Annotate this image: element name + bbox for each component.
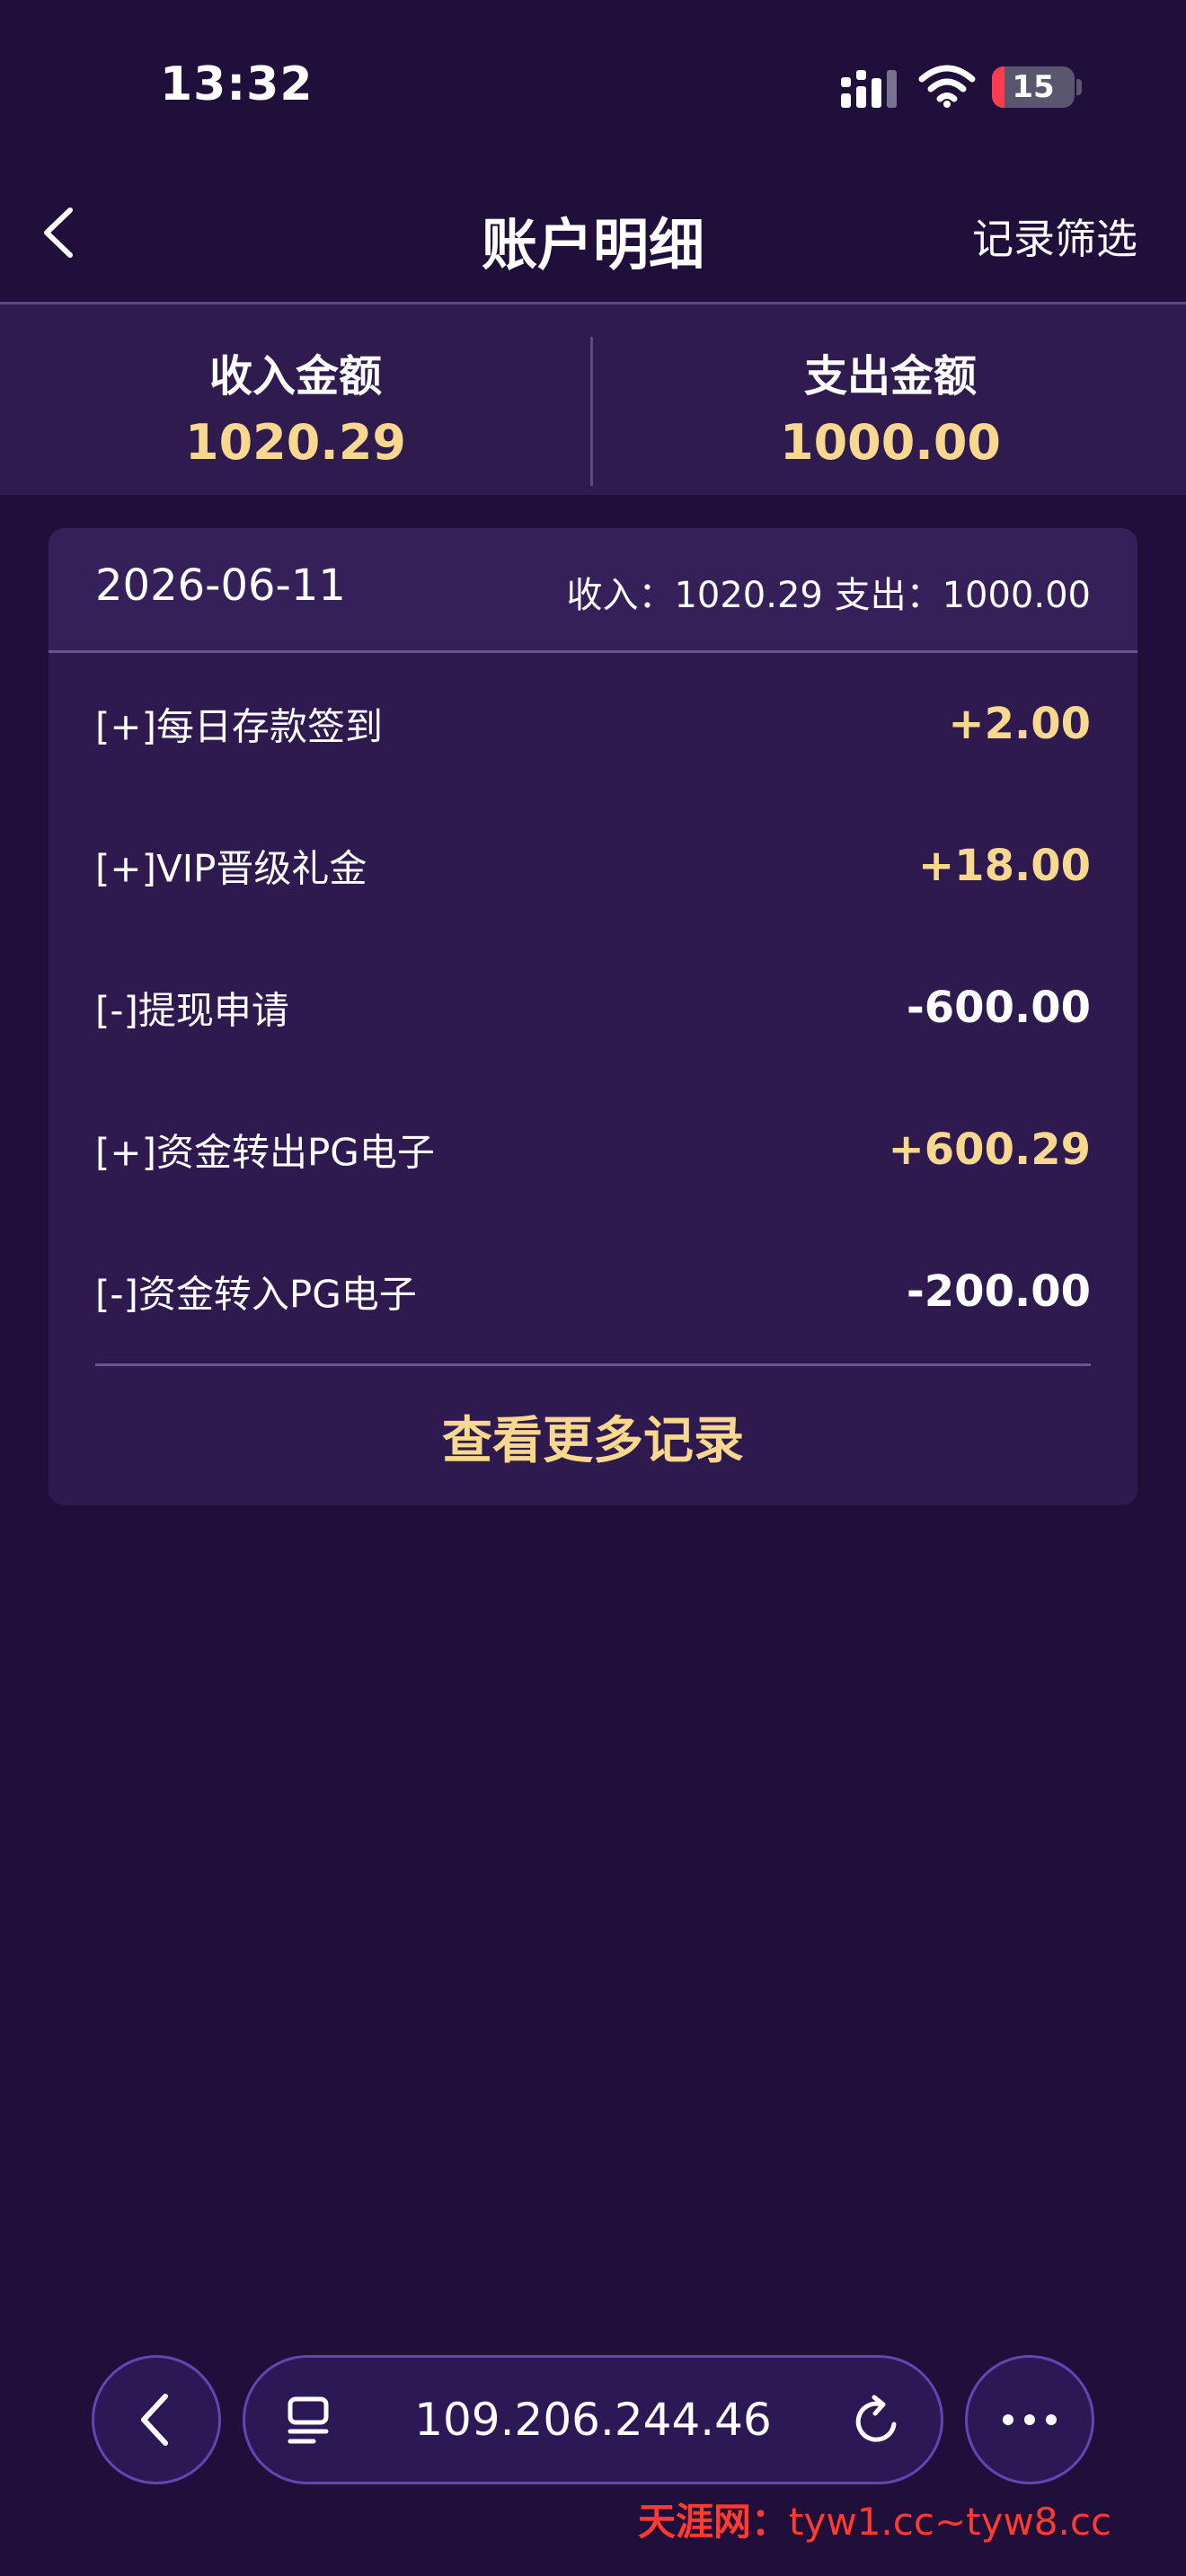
records-card: 2026-06-11 收入：1020.29 支出：1000.00 [+]每日存款… [49, 528, 1137, 1505]
record-row[interactable]: [-]资金转入PG电子 -200.00 [95, 1221, 1091, 1363]
reload-icon[interactable] [851, 2394, 905, 2448]
page: 13:32 15 账户明细 记录筛选 收入金额 1020.29 支出金额 100… [0, 0, 1186, 2576]
expense-summary: 支出金额 1000.00 [595, 304, 1186, 495]
watermark-brand: 天涯网： [638, 2500, 790, 2544]
record-row[interactable]: [+]VIP晋级礼金 +18.00 [95, 795, 1091, 937]
url-text: 109.206.244.46 [414, 2394, 772, 2446]
watermark-urls: tyw1.cc~tyw8.cc [789, 2500, 1112, 2544]
income-value: 1020.29 [185, 414, 406, 471]
status-time: 13:32 [160, 57, 314, 111]
record-amount: -600.00 [906, 983, 1091, 1033]
battery-level: 15 [1012, 69, 1055, 105]
summary-panel: 收入金额 1020.29 支出金额 1000.00 [0, 304, 1186, 495]
record-amount: +600.29 [888, 1125, 1091, 1175]
summary-divider [590, 337, 593, 486]
record-row[interactable]: [-]提现申请 -600.00 [95, 937, 1091, 1079]
record-date: 2026-06-11 [95, 560, 346, 611]
record-row[interactable]: [+]每日存款签到 +2.00 [95, 653, 1091, 795]
record-label: [+]每日存款签到 [95, 704, 383, 749]
view-more-records-button[interactable]: 查看更多记录 [49, 1367, 1137, 1505]
status-bar: 13:32 15 [0, 0, 1186, 171]
expense-label: 支出金额 [803, 351, 977, 401]
card-footer-divider [95, 1363, 1091, 1366]
cellular-signal-icon [841, 70, 897, 108]
record-label: [-]提现申请 [95, 988, 289, 1033]
back-icon [141, 2394, 168, 2446]
wifi-icon [918, 65, 976, 108]
more-options-button[interactable] [965, 2355, 1094, 2484]
day-totals: 收入：1020.29 支出：1000.00 [566, 575, 1091, 616]
record-label: [-]资金转入PG电子 [95, 1272, 417, 1317]
record-row[interactable]: [+]资金转出PG电子 +600.29 [95, 1079, 1091, 1221]
record-label: [+]VIP晋级礼金 [95, 846, 367, 891]
more-icon [1003, 2414, 1057, 2425]
address-bar[interactable]: 109.206.244.46 [243, 2355, 943, 2484]
filter-records-button[interactable]: 记录筛选 [972, 207, 1137, 266]
income-label: 收入金额 [208, 351, 382, 401]
card-header: 2026-06-11 收入：1020.29 支出：1000.00 [49, 528, 1137, 653]
battery-cap [1076, 79, 1082, 95]
browser-back-button[interactable] [92, 2355, 221, 2484]
battery-icon: 15 [992, 66, 1075, 108]
expense-value: 1000.00 [780, 414, 1001, 471]
record-amount: +2.00 [948, 699, 1091, 749]
watermark: 天涯网：tyw1.cc~tyw8.cc [638, 2492, 1182, 2554]
record-amount: +18.00 [917, 841, 1091, 891]
record-amount: -200.00 [906, 1266, 1091, 1317]
income-summary: 收入金额 1020.29 [0, 304, 591, 495]
record-label: [+]资金转出PG电子 [95, 1130, 435, 1175]
